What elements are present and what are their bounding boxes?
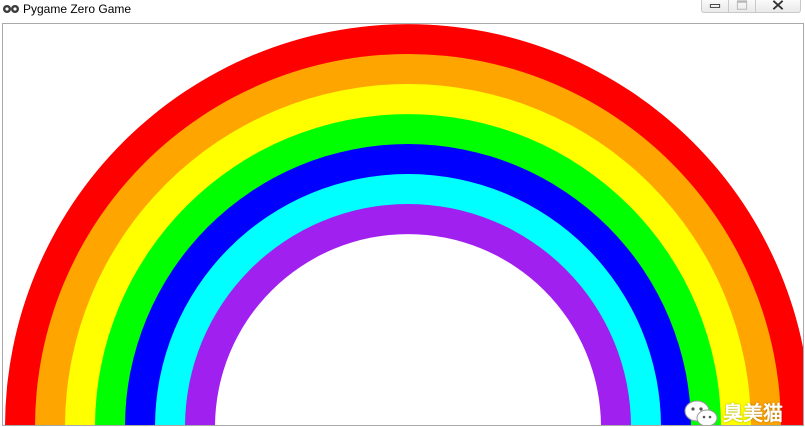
minimize-button[interactable] bbox=[701, 0, 729, 13]
watermark: 臭美猫 bbox=[683, 399, 803, 425]
game-canvas[interactable]: 臭美猫 bbox=[2, 23, 804, 426]
wechat-icon bbox=[684, 400, 718, 425]
window-title: Pygame Zero Game bbox=[23, 2, 132, 16]
maximize-button[interactable] bbox=[728, 0, 756, 13]
watermark-text: 臭美猫 bbox=[723, 403, 783, 425]
app-window: Pygame Zero Game 臭美猫 bbox=[0, 0, 805, 427]
close-icon bbox=[772, 0, 784, 10]
title-bar[interactable]: Pygame Zero Game bbox=[0, 0, 805, 21]
close-button[interactable] bbox=[755, 0, 801, 13]
maximize-icon bbox=[736, 0, 748, 10]
snake-icon bbox=[3, 5, 19, 13]
rainbow bbox=[5, 24, 803, 425]
minimize-icon bbox=[709, 4, 721, 8]
